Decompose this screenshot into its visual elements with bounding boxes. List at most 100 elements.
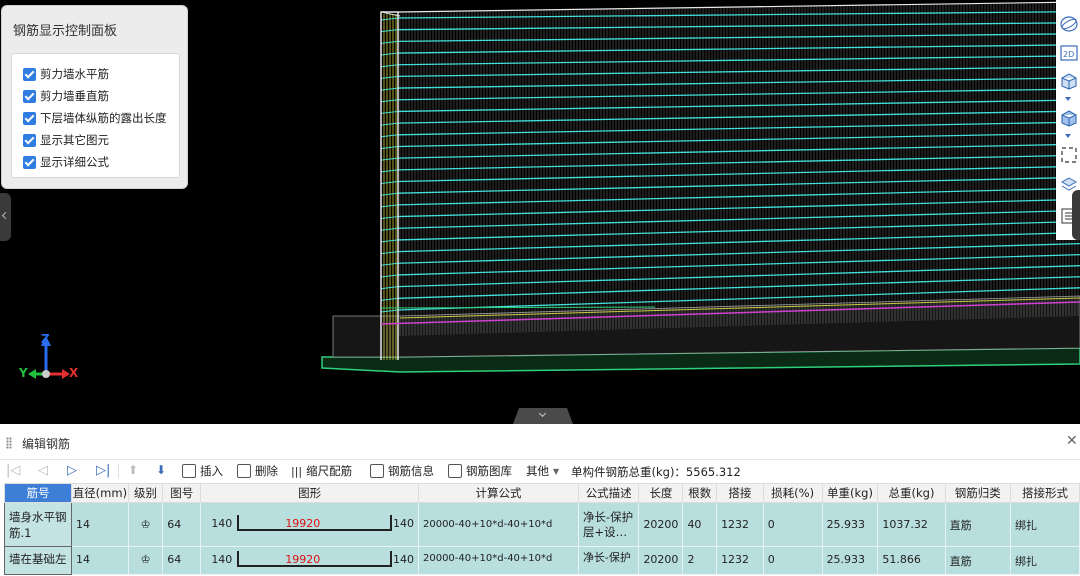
col-header[interactable]: 搭接 <box>716 483 764 503</box>
cell-diameter[interactable]: 14 <box>70 502 129 547</box>
table-row[interactable]: 墙在基础左 14 ♔ 64 140 19920 140 20000-40+10*… <box>4 546 1080 575</box>
horizontal-bar-end <box>380 286 399 290</box>
panel-title: 钢筋显示控制面板 <box>13 24 118 39</box>
cell-lap[interactable]: 1232 <box>716 546 764 575</box>
col-header[interactable]: 总重(kg) <box>877 483 946 503</box>
horizontal-bar-end <box>380 64 399 68</box>
3d-viewport[interactable]: Z Y X 钢筋显示控制面板 剪力墙水平筋 剪力墙垂直筋 下层墙体纵筋的露出长度… <box>0 0 1080 424</box>
insert-button[interactable]: 插入 <box>182 463 223 479</box>
horizontal-bar-end <box>380 262 399 266</box>
horizontal-bar-end <box>380 297 399 301</box>
cell-grade[interactable]: ♔ <box>127 502 164 547</box>
cell-shape[interactable]: 140 19920 140 <box>200 502 419 547</box>
col-header[interactable]: 单重(kg) <box>821 483 879 503</box>
sphere-icon[interactable] <box>1060 15 1078 33</box>
col-header[interactable]: 筋号 <box>4 483 72 503</box>
svg-text:2D: 2D <box>1063 50 1074 59</box>
cell-diameter[interactable]: 14 <box>70 546 129 575</box>
collapse-right-handle[interactable] <box>1072 190 1080 240</box>
checkbox-checked-icon[interactable] <box>23 155 36 169</box>
cell-count[interactable]: 40 <box>682 502 718 547</box>
delete-button[interactable]: 删除 <box>237 463 278 479</box>
option-lower-wall-exposed-length[interactable]: 下层墙体纵筋的露出长度 <box>23 109 167 127</box>
col-header[interactable]: 直径(mm) <box>70 483 129 503</box>
last-record-icon[interactable]: ▷| <box>96 463 110 478</box>
selection-icon[interactable] <box>1060 146 1078 164</box>
bars-icon: ||| <box>291 464 303 478</box>
chevron-down-icon[interactable] <box>1065 97 1071 101</box>
cube-icon[interactable] <box>1060 72 1078 90</box>
col-header[interactable]: 钢筋归类 <box>944 483 1011 503</box>
col-header[interactable]: 图形 <box>200 483 419 503</box>
cell-lap-type[interactable]: 绑扎 <box>1009 546 1080 575</box>
cell-length[interactable]: 20200 <box>638 502 684 547</box>
horizontal-bar-end <box>380 87 399 91</box>
rebar-info-button[interactable]: 钢筋信息 <box>370 463 434 479</box>
table-row[interactable]: 墙身水平钢筋.1 14 ♔ 64 140 19920 140 20000-40+… <box>4 502 1080 547</box>
horizontal-bar-end <box>380 29 399 33</box>
insert-icon <box>182 464 196 478</box>
other-dropdown[interactable]: 其他 ▼ <box>526 463 559 479</box>
option-show-detailed-formula[interactable]: 显示详细公式 <box>23 153 109 171</box>
cell-total-weight[interactable]: 51.866 <box>877 546 946 575</box>
rebar-library-button[interactable]: 钢筋图库 <box>448 463 512 479</box>
total-weight-label: 单构件钢筋总重(kg)：5565.312 <box>571 465 741 479</box>
cell-figure-no[interactable]: 64 <box>162 546 202 575</box>
collapse-left-handle[interactable] <box>0 193 11 241</box>
cell-category[interactable]: 直筋 <box>944 502 1011 547</box>
2d-icon[interactable]: 2D <box>1060 44 1078 62</box>
cell-formula-desc[interactable]: 净长-保护 <box>577 546 640 575</box>
cell-formula[interactable]: 20000-40+10*d-40+10*d <box>417 546 579 575</box>
trash-icon <box>237 464 251 478</box>
cell-category[interactable]: 直筋 <box>944 546 1011 575</box>
col-header[interactable]: 公式描述 <box>577 483 640 503</box>
checkbox-checked-icon[interactable] <box>23 133 36 147</box>
cell-bar-name[interactable]: 墙在基础左 <box>4 546 72 575</box>
option-show-other-elements[interactable]: 显示其它图元 <box>23 131 109 149</box>
col-header[interactable]: 损耗(%) <box>762 483 823 503</box>
close-icon[interactable]: ✕ <box>1066 433 1078 449</box>
cube-side-icon[interactable] <box>1060 109 1078 127</box>
cell-count[interactable]: 2 <box>682 546 718 575</box>
next-record-icon[interactable]: ▷ <box>67 463 77 478</box>
col-header[interactable]: 长度 <box>638 483 684 503</box>
horizontal-bar-end <box>380 134 399 138</box>
col-header[interactable]: 根数 <box>682 483 718 503</box>
drag-grip-icon[interactable] <box>6 437 12 449</box>
checkbox-checked-icon[interactable] <box>23 111 36 125</box>
col-header[interactable]: 图号 <box>162 483 202 503</box>
cell-formula-desc[interactable]: 净长-保护层+设… <box>577 502 640 547</box>
cell-lap[interactable]: 1232 <box>716 502 764 547</box>
scale-rebar-button[interactable]: ||| 缩尺配筋 <box>291 463 352 479</box>
cell-shape[interactable]: 140 19920 140 <box>200 546 419 575</box>
horizontal-bar-end <box>380 192 399 196</box>
info-icon <box>370 464 384 478</box>
checkbox-checked-icon[interactable] <box>23 67 36 81</box>
chevron-down-icon[interactable] <box>1065 134 1071 138</box>
col-header[interactable]: 级别 <box>127 483 164 503</box>
cell-formula[interactable]: 20000-40+10*d-40+10*d <box>417 502 579 547</box>
first-record-icon[interactable]: |◁ <box>6 463 20 478</box>
cell-loss[interactable]: 0 <box>762 502 823 547</box>
checkbox-checked-icon[interactable] <box>23 89 36 103</box>
col-header[interactable]: 搭接形式 <box>1009 483 1080 503</box>
cell-grade[interactable]: ♔ <box>127 546 164 575</box>
col-header[interactable]: 计算公式 <box>417 483 579 503</box>
collapse-bottom-handle[interactable] <box>513 408 573 424</box>
option-shear-wall-vertical[interactable]: 剪力墙垂直筋 <box>23 87 109 105</box>
option-shear-wall-horizontal[interactable]: 剪力墙水平筋 <box>23 65 109 83</box>
cell-unit-weight[interactable]: 25.933 <box>821 502 879 547</box>
move-up-icon[interactable]: ⬆ <box>128 463 138 477</box>
cell-total-weight[interactable]: 1037.32 <box>877 502 946 547</box>
cell-figure-no[interactable]: 64 <box>162 502 202 547</box>
horizontal-bar-end <box>380 157 399 161</box>
cell-loss[interactable]: 0 <box>762 546 823 575</box>
rebar-display-control-panel: 钢筋显示控制面板 剪力墙水平筋 剪力墙垂直筋 下层墙体纵筋的露出长度 显示其它图… <box>1 5 188 189</box>
cell-length[interactable]: 20200 <box>638 546 684 575</box>
cell-lap-type[interactable]: 绑扎 <box>1009 502 1080 547</box>
cell-unit-weight[interactable]: 25.933 <box>821 546 879 575</box>
prev-record-icon[interactable]: ◁ <box>38 463 48 478</box>
move-down-icon[interactable]: ⬇ <box>156 463 166 477</box>
cell-bar-name[interactable]: 墙身水平钢筋.1 <box>4 502 72 547</box>
horizontal-bars <box>380 10 1080 313</box>
